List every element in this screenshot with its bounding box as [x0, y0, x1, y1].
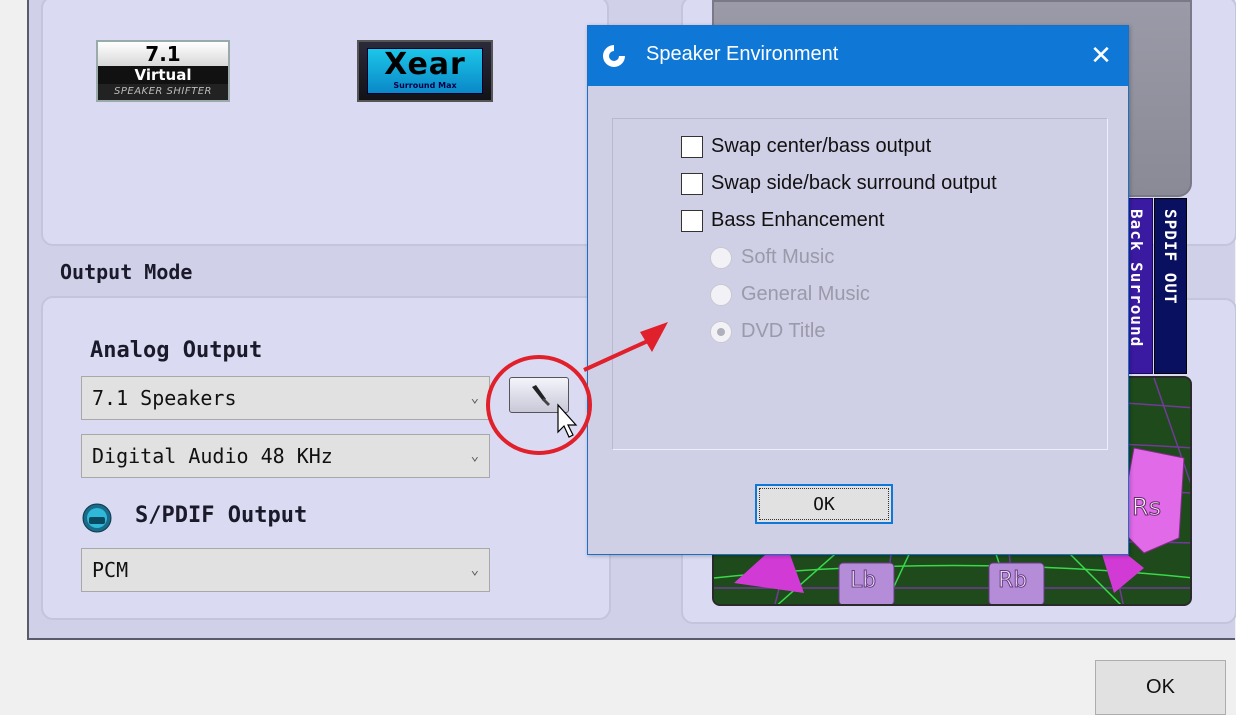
radio-circle[interactable]: [710, 283, 732, 306]
spdif-icon: [82, 503, 112, 533]
close-icon[interactable]: ✕: [1086, 38, 1116, 72]
radio-label: Soft Music: [741, 246, 835, 268]
swap-side-back-checkbox[interactable]: Swap side/back surround output: [681, 172, 997, 195]
spdif-select[interactable]: PCM ⌄: [81, 548, 490, 592]
bass-enhancement-checkbox[interactable]: Bass Enhancement: [681, 209, 884, 232]
xear-logo: Xear Surround Max: [367, 48, 483, 94]
xear-sub-text: Surround Max: [393, 81, 457, 90]
virtual-speaker-shifter-button[interactable]: 7.1 Virtual SPEAKER SHIFTER: [96, 40, 230, 102]
speakers-select[interactable]: 7.1 Speakers ⌄: [81, 376, 490, 420]
speaker-environment-dialog: Speaker Environment ✕ Swap center/bass o…: [587, 25, 1129, 555]
app-window: 7.1 Virtual SPEAKER SHIFTER Xear Surroun…: [0, 0, 1236, 715]
dialog-ok-button[interactable]: OK: [755, 484, 893, 524]
badge-71-text: 7.1: [98, 42, 228, 66]
checkbox-label: Bass Enhancement: [711, 209, 885, 231]
speaker-label-rb: Rb: [997, 568, 1028, 594]
checkbox-box[interactable]: [681, 172, 703, 195]
speaker-environment-button[interactable]: [509, 377, 569, 413]
checkbox-label: Swap side/back surround output: [711, 172, 997, 194]
swap-center-bass-checkbox[interactable]: Swap center/bass output: [681, 135, 931, 158]
soft-music-radio[interactable]: Soft Music: [710, 246, 834, 269]
analog-output-label: Analog Output: [90, 338, 263, 363]
xear-logo-text: Xear: [384, 47, 466, 82]
main-ok-button[interactable]: OK: [1095, 660, 1226, 715]
radio-circle[interactable]: [710, 246, 732, 269]
dvd-title-radio[interactable]: DVD Title: [710, 320, 825, 343]
sample-rate-select[interactable]: Digital Audio 48 KHz ⌄: [81, 434, 490, 478]
xear-surround-max-button[interactable]: Xear Surround Max: [357, 40, 493, 102]
speakers-select-value: 7.1 Speakers: [92, 386, 237, 410]
checkbox-box[interactable]: [681, 135, 703, 158]
speaker-label-lb: Lb: [849, 568, 877, 594]
dialog-title-bar: Speaker Environment ✕: [588, 26, 1128, 86]
checkbox-box[interactable]: [681, 209, 703, 232]
audio-logo-icon: [601, 43, 627, 69]
speaker-label-rs: Rs: [1131, 493, 1162, 522]
sample-rate-select-value: Digital Audio 48 KHz: [92, 444, 333, 468]
checkbox-label: Swap center/bass output: [711, 135, 932, 157]
chevron-down-icon: ⌄: [470, 448, 479, 464]
chevron-down-icon: ⌄: [470, 390, 479, 406]
badge-virtual-text: Virtual: [98, 66, 228, 84]
tab-spdif-out[interactable]: SPDIF OUT: [1154, 198, 1187, 374]
spdif-select-value: PCM: [92, 558, 129, 582]
radio-circle[interactable]: [710, 320, 732, 343]
general-music-radio[interactable]: General Music: [710, 283, 870, 306]
radio-label: General Music: [741, 283, 870, 305]
dialog-title: Speaker Environment: [646, 43, 839, 65]
radio-label: DVD Title: [741, 320, 826, 342]
effects-panel: [41, 0, 609, 246]
badge-shifter-text: SPEAKER SHIFTER: [98, 84, 228, 100]
chevron-down-icon: ⌄: [470, 562, 479, 578]
output-mode-title: Output Mode: [60, 260, 193, 284]
wrench-icon: [532, 385, 550, 406]
spdif-output-label: S/PDIF Output: [135, 503, 308, 528]
